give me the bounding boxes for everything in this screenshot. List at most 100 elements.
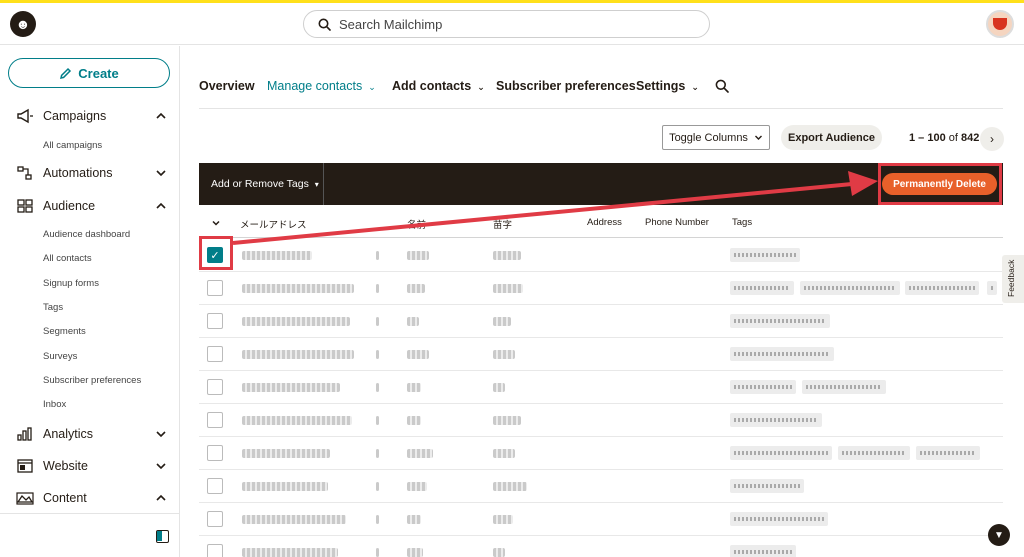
row-checkbox[interactable]	[207, 346, 223, 362]
export-audience-button[interactable]: Export Audience	[781, 125, 882, 150]
table-row[interactable]	[199, 503, 1003, 536]
tag-pill[interactable]	[730, 545, 796, 557]
create-button[interactable]: Create	[8, 58, 170, 88]
tab-subscriber-preferences[interactable]: Subscriber preferences	[496, 79, 636, 93]
chevron-up-icon[interactable]	[155, 200, 167, 212]
table-row[interactable]	[199, 338, 1003, 371]
add-remove-tags-button[interactable]: Add or Remove Tags ▾	[211, 178, 319, 190]
last-name-cell	[493, 317, 511, 326]
tab-label: Add contacts	[392, 79, 472, 93]
column-header-first-name[interactable]: 名前	[407, 217, 426, 231]
column-header-last-name[interactable]: 苗字	[493, 217, 512, 231]
tag-pill[interactable]	[730, 380, 796, 394]
tag-pill[interactable]	[802, 380, 886, 394]
sidebar-subitem-segments[interactable]: Segments	[43, 326, 86, 337]
sidebar-footer	[0, 513, 180, 557]
chevron-up-icon[interactable]	[155, 492, 167, 504]
sidebar-item-content[interactable]: Content	[0, 485, 180, 511]
tag-pill[interactable]	[987, 281, 997, 295]
pager-range: 1 – 100	[909, 132, 946, 144]
tag-pill[interactable]	[916, 446, 980, 460]
column-header-address[interactable]: Address	[587, 217, 622, 228]
last-name-cell	[493, 416, 521, 425]
sidebar-item-label: Audience	[43, 199, 96, 213]
row-checkbox[interactable]	[207, 511, 223, 527]
tag-pill[interactable]	[730, 413, 822, 427]
chevron-up-icon[interactable]	[155, 110, 167, 122]
sidebar-item-automations[interactable]: Automations	[0, 160, 180, 186]
tag-pill[interactable]	[730, 314, 830, 328]
last-name-cell	[493, 515, 513, 524]
tab-label: Settings	[636, 79, 686, 93]
chevron-down-icon: ⌄	[477, 82, 485, 92]
account-avatar[interactable]	[986, 10, 1014, 38]
select-all-chevron-icon[interactable]	[212, 219, 220, 227]
last-name-cell	[493, 482, 527, 491]
column-header-phone[interactable]: Phone Number	[645, 217, 709, 228]
chevron-down-icon[interactable]	[155, 460, 167, 472]
sidebar-item-audience[interactable]: Audience	[0, 193, 180, 219]
megaphone-icon	[17, 108, 33, 124]
sidebar-subitem-inbox[interactable]: Inbox	[43, 399, 66, 410]
mailchimp-logo-icon[interactable]: ☻	[10, 11, 36, 37]
row-checkbox[interactable]	[207, 412, 223, 428]
table-row[interactable]	[199, 272, 1003, 305]
row-checkbox[interactable]	[207, 478, 223, 494]
tabs-divider	[199, 108, 1003, 109]
row-checkbox[interactable]	[207, 379, 223, 395]
search-bar[interactable]: Search Mailchimp	[303, 10, 710, 38]
sidebar-subitem-all-contacts[interactable]: All contacts	[43, 253, 92, 264]
sidebar-subitem-all-campaigns[interactable]: All campaigns	[43, 140, 102, 151]
chevron-down-icon[interactable]	[155, 167, 167, 179]
tag-pill[interactable]	[730, 347, 834, 361]
tab-overview[interactable]: Overview	[199, 79, 255, 93]
table-row[interactable]	[199, 305, 1003, 338]
row-checkbox[interactable]	[207, 544, 223, 557]
help-widget-icon[interactable]: ▼	[988, 524, 1010, 546]
chevron-down-icon: ⌄	[691, 82, 699, 92]
row-checkbox[interactable]	[207, 445, 223, 461]
sidebar-subitem-surveys[interactable]: Surveys	[43, 351, 77, 362]
column-header-email[interactable]: メールアドレス	[240, 217, 307, 231]
sidebar-item-website[interactable]: Website	[0, 453, 180, 479]
sidebar-item-analytics[interactable]: Analytics	[0, 421, 180, 447]
search-placeholder[interactable]: Search Mailchimp	[339, 17, 442, 32]
tag-pill[interactable]	[730, 281, 794, 295]
last-name-cell	[493, 383, 505, 392]
table-row[interactable]	[199, 536, 1003, 557]
table-row[interactable]: ✓	[199, 239, 1003, 272]
next-page-button[interactable]: ›	[980, 127, 1004, 151]
table-row[interactable]	[199, 404, 1003, 437]
feedback-tab[interactable]: Feedback	[1002, 255, 1024, 303]
tag-pill[interactable]	[730, 248, 800, 262]
toggle-columns-button[interactable]: Toggle Columns	[662, 125, 770, 150]
sidebar-subitem-audience-dashboard[interactable]: Audience dashboard	[43, 229, 130, 240]
tag-pill[interactable]	[800, 281, 900, 295]
table-row[interactable]	[199, 437, 1003, 470]
search-icon[interactable]	[715, 79, 729, 93]
tab-add-contacts[interactable]: Add contacts ⌄	[392, 79, 485, 93]
row-checkbox[interactable]	[207, 313, 223, 329]
tag-pill[interactable]	[905, 281, 979, 295]
table-row[interactable]	[199, 470, 1003, 503]
tags-button-label: Add or Remove Tags	[211, 178, 309, 190]
cell-separator	[376, 251, 379, 260]
email-cell	[242, 548, 338, 557]
row-checkbox[interactable]	[207, 280, 223, 296]
collapse-sidebar-icon[interactable]	[156, 530, 169, 543]
sidebar-item-label: Website	[43, 459, 88, 473]
tag-pill[interactable]	[730, 512, 828, 526]
sidebar-subitem-signup-forms[interactable]: Signup forms	[43, 278, 99, 289]
tab-settings[interactable]: Settings ⌄	[636, 79, 699, 93]
sidebar-item-campaigns[interactable]: Campaigns	[0, 103, 180, 129]
tab-label: Overview	[199, 79, 255, 93]
column-header-tags[interactable]: Tags	[732, 217, 752, 228]
tag-pill[interactable]	[730, 479, 804, 493]
tag-pill[interactable]	[838, 446, 910, 460]
tag-pill[interactable]	[730, 446, 832, 460]
table-row[interactable]	[199, 371, 1003, 404]
chevron-down-icon[interactable]	[155, 428, 167, 440]
sidebar-subitem-subscriber-preferences[interactable]: Subscriber preferences	[43, 375, 141, 386]
sidebar-subitem-tags[interactable]: Tags	[43, 302, 63, 313]
tab-manage-contacts[interactable]: Manage contacts ⌄	[267, 79, 376, 93]
